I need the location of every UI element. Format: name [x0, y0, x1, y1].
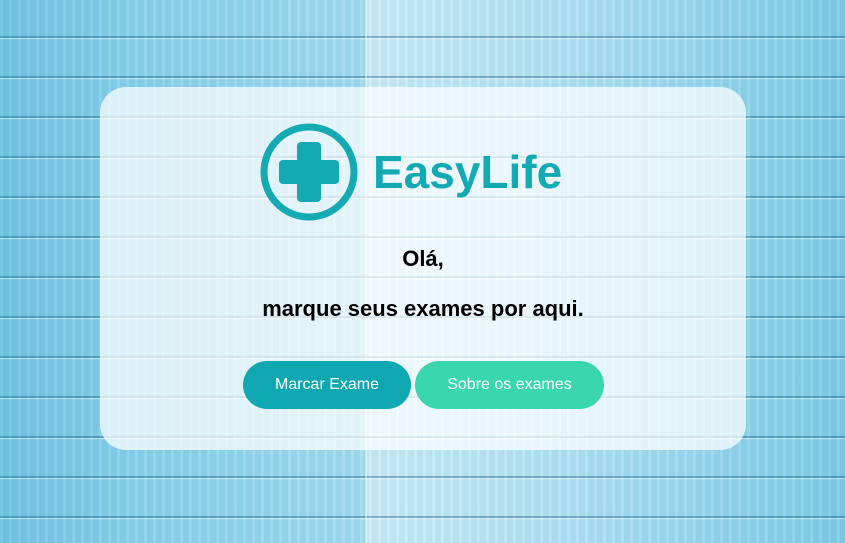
book-exam-button[interactable]: Marcar Exame [243, 361, 411, 409]
brand-logo: EasyLife [259, 121, 569, 223]
medical-cross-icon [260, 123, 358, 221]
greeting-text: Olá, [402, 246, 444, 271]
brand-name: EasyLife [373, 146, 563, 198]
subtitle-text: marque seus exames por aqui. [262, 296, 584, 321]
about-exams-button[interactable]: Sobre os exames [415, 361, 604, 409]
